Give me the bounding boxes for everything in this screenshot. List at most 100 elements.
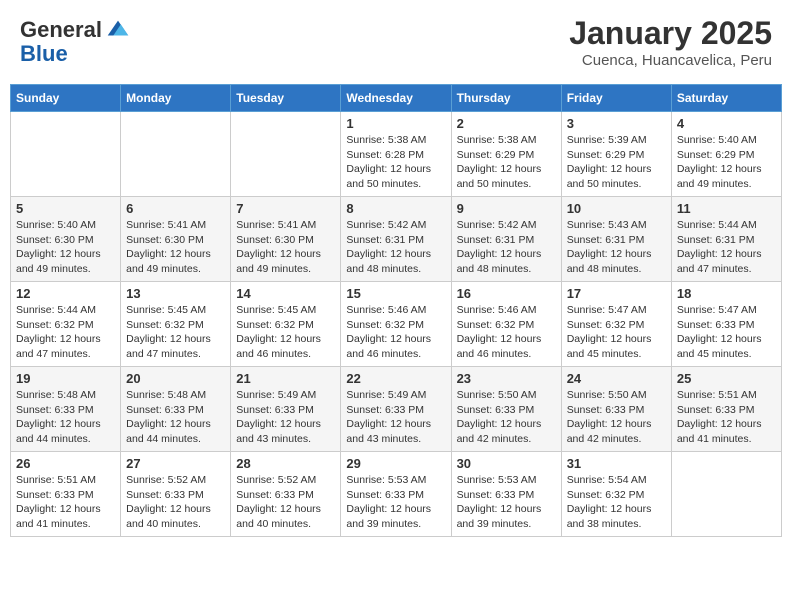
day-number: 22 [346, 371, 445, 386]
logo-icon [104, 15, 132, 43]
day-number: 9 [457, 201, 556, 216]
logo: General Blue [20, 15, 132, 67]
col-friday: Friday [561, 85, 671, 112]
day-number: 15 [346, 286, 445, 301]
col-sunday: Sunday [11, 85, 121, 112]
day-number: 14 [236, 286, 335, 301]
day-info: Sunrise: 5:41 AM Sunset: 6:30 PM Dayligh… [126, 218, 225, 277]
day-number: 17 [567, 286, 666, 301]
day-number: 4 [677, 116, 776, 131]
day-number: 26 [16, 456, 115, 471]
table-row [671, 452, 781, 537]
col-monday: Monday [121, 85, 231, 112]
location-subtitle: Cuenca, Huancavelica, Peru [569, 52, 772, 69]
day-number: 27 [126, 456, 225, 471]
table-row: 24 Sunrise: 5:50 AM Sunset: 6:33 PM Dayli… [561, 367, 671, 452]
day-info: Sunrise: 5:52 AM Sunset: 6:33 PM Dayligh… [236, 473, 335, 532]
day-info: Sunrise: 5:49 AM Sunset: 6:33 PM Dayligh… [346, 388, 445, 447]
table-row: 7 Sunrise: 5:41 AM Sunset: 6:30 PM Daylig… [231, 197, 341, 282]
day-number: 25 [677, 371, 776, 386]
day-info: Sunrise: 5:46 AM Sunset: 6:32 PM Dayligh… [457, 303, 556, 362]
day-info: Sunrise: 5:45 AM Sunset: 6:32 PM Dayligh… [236, 303, 335, 362]
day-info: Sunrise: 5:44 AM Sunset: 6:31 PM Dayligh… [677, 218, 776, 277]
calendar-week-row: 5 Sunrise: 5:40 AM Sunset: 6:30 PM Daylig… [11, 197, 782, 282]
table-row: 15 Sunrise: 5:46 AM Sunset: 6:32 PM Dayli… [341, 282, 451, 367]
day-number: 19 [16, 371, 115, 386]
day-number: 21 [236, 371, 335, 386]
calendar-header-row: Sunday Monday Tuesday Wednesday Thursday… [11, 85, 782, 112]
day-number: 2 [457, 116, 556, 131]
col-thursday: Thursday [451, 85, 561, 112]
day-number: 31 [567, 456, 666, 471]
table-row [11, 112, 121, 197]
table-row: 22 Sunrise: 5:49 AM Sunset: 6:33 PM Dayli… [341, 367, 451, 452]
table-row: 31 Sunrise: 5:54 AM Sunset: 6:32 PM Dayli… [561, 452, 671, 537]
table-row: 14 Sunrise: 5:45 AM Sunset: 6:32 PM Dayli… [231, 282, 341, 367]
day-info: Sunrise: 5:40 AM Sunset: 6:30 PM Dayligh… [16, 218, 115, 277]
day-number: 24 [567, 371, 666, 386]
calendar-week-row: 1Sunrise: 5:38 AM Sunset: 6:28 PM Daylig… [11, 112, 782, 197]
day-info: Sunrise: 5:42 AM Sunset: 6:31 PM Dayligh… [346, 218, 445, 277]
table-row: 26 Sunrise: 5:51 AM Sunset: 6:33 PM Dayli… [11, 452, 121, 537]
table-row: 9 Sunrise: 5:42 AM Sunset: 6:31 PM Daylig… [451, 197, 561, 282]
month-year-title: January 2025 [569, 15, 772, 52]
col-saturday: Saturday [671, 85, 781, 112]
table-row: 18 Sunrise: 5:47 AM Sunset: 6:33 PM Dayli… [671, 282, 781, 367]
day-number: 8 [346, 201, 445, 216]
day-info: Sunrise: 5:45 AM Sunset: 6:32 PM Dayligh… [126, 303, 225, 362]
day-info: Sunrise: 5:42 AM Sunset: 6:31 PM Dayligh… [457, 218, 556, 277]
table-row: 17Sunrise: 5:47 AM Sunset: 6:32 PM Dayli… [561, 282, 671, 367]
table-row: 13 Sunrise: 5:45 AM Sunset: 6:32 PM Dayli… [121, 282, 231, 367]
day-info: Sunrise: 5:50 AM Sunset: 6:33 PM Dayligh… [457, 388, 556, 447]
table-row: 21 Sunrise: 5:49 AM Sunset: 6:33 PM Dayli… [231, 367, 341, 452]
table-row: 8 Sunrise: 5:42 AM Sunset: 6:31 PM Daylig… [341, 197, 451, 282]
day-info: Sunrise: 5:50 AM Sunset: 6:33 PM Dayligh… [567, 388, 666, 447]
logo-text: General [20, 18, 102, 42]
day-number: 10 [567, 201, 666, 216]
day-info: Sunrise: 5:51 AM Sunset: 6:33 PM Dayligh… [677, 388, 776, 447]
table-row: 10 Sunrise: 5:43 AM Sunset: 6:31 PM Dayli… [561, 197, 671, 282]
table-row: 16 Sunrise: 5:46 AM Sunset: 6:32 PM Dayli… [451, 282, 561, 367]
table-row: 28Sunrise: 5:52 AM Sunset: 6:33 PM Dayli… [231, 452, 341, 537]
day-info: Sunrise: 5:39 AM Sunset: 6:29 PM Dayligh… [567, 133, 666, 192]
calendar-week-row: 26 Sunrise: 5:51 AM Sunset: 6:33 PM Dayli… [11, 452, 782, 537]
day-info: Sunrise: 5:52 AM Sunset: 6:33 PM Dayligh… [126, 473, 225, 532]
table-row: 23 Sunrise: 5:50 AM Sunset: 6:33 PM Dayli… [451, 367, 561, 452]
table-row: 2 Sunrise: 5:38 AM Sunset: 6:29 PM Daylig… [451, 112, 561, 197]
day-number: 11 [677, 201, 776, 216]
table-row: 19Sunrise: 5:48 AM Sunset: 6:33 PM Dayli… [11, 367, 121, 452]
day-info: Sunrise: 5:51 AM Sunset: 6:33 PM Dayligh… [16, 473, 115, 532]
day-info: Sunrise: 5:38 AM Sunset: 6:29 PM Dayligh… [457, 133, 556, 192]
day-info: Sunrise: 5:46 AM Sunset: 6:32 PM Dayligh… [346, 303, 445, 362]
calendar-week-row: 19 Sunrise: 5:48 AM Sunset: 6:33 PM Dayli… [11, 367, 782, 452]
day-info: Sunrise: 5:49 AM Sunset: 6:33 PM Dayligh… [236, 388, 335, 447]
table-row: 20Sunrise: 5:48 AM Sunset: 6:33 PM Dayli… [121, 367, 231, 452]
day-info: Sunrise: 5:53 AM Sunset: 6:33 PM Dayligh… [457, 473, 556, 532]
day-number: 18 [677, 286, 776, 301]
day-info: Sunrise: 5:48 AM Sunset: 6:33 PM Dayligh… [126, 388, 225, 447]
table-row: 30Sunrise: 5:53 AM Sunset: 6:33 PM Dayli… [451, 452, 561, 537]
logo-blue: Blue [20, 41, 132, 67]
table-row [231, 112, 341, 197]
day-number: 6 [126, 201, 225, 216]
day-number: 5 [16, 201, 115, 216]
table-row: 29Sunrise: 5:53 AM Sunset: 6:33 PM Dayli… [341, 452, 451, 537]
day-info: Sunrise: 5:47 AM Sunset: 6:33 PM Dayligh… [677, 303, 776, 362]
day-number: 16 [457, 286, 556, 301]
day-number: 13 [126, 286, 225, 301]
table-row: 12Sunrise: 5:44 AM Sunset: 6:32 PM Dayli… [11, 282, 121, 367]
table-row: 5 Sunrise: 5:40 AM Sunset: 6:30 PM Daylig… [11, 197, 121, 282]
day-number: 7 [236, 201, 335, 216]
day-info: Sunrise: 5:38 AM Sunset: 6:28 PM Dayligh… [346, 133, 445, 192]
col-wednesday: Wednesday [341, 85, 451, 112]
table-row: 4Sunrise: 5:40 AM Sunset: 6:29 PM Daylig… [671, 112, 781, 197]
day-number: 3 [567, 116, 666, 131]
table-row: 3 Sunrise: 5:39 AM Sunset: 6:29 PM Daylig… [561, 112, 671, 197]
day-info: Sunrise: 5:41 AM Sunset: 6:30 PM Dayligh… [236, 218, 335, 277]
day-number: 23 [457, 371, 556, 386]
day-info: Sunrise: 5:43 AM Sunset: 6:31 PM Dayligh… [567, 218, 666, 277]
day-info: Sunrise: 5:54 AM Sunset: 6:32 PM Dayligh… [567, 473, 666, 532]
table-row: 6 Sunrise: 5:41 AM Sunset: 6:30 PM Daylig… [121, 197, 231, 282]
day-number: 29 [346, 456, 445, 471]
table-row [121, 112, 231, 197]
